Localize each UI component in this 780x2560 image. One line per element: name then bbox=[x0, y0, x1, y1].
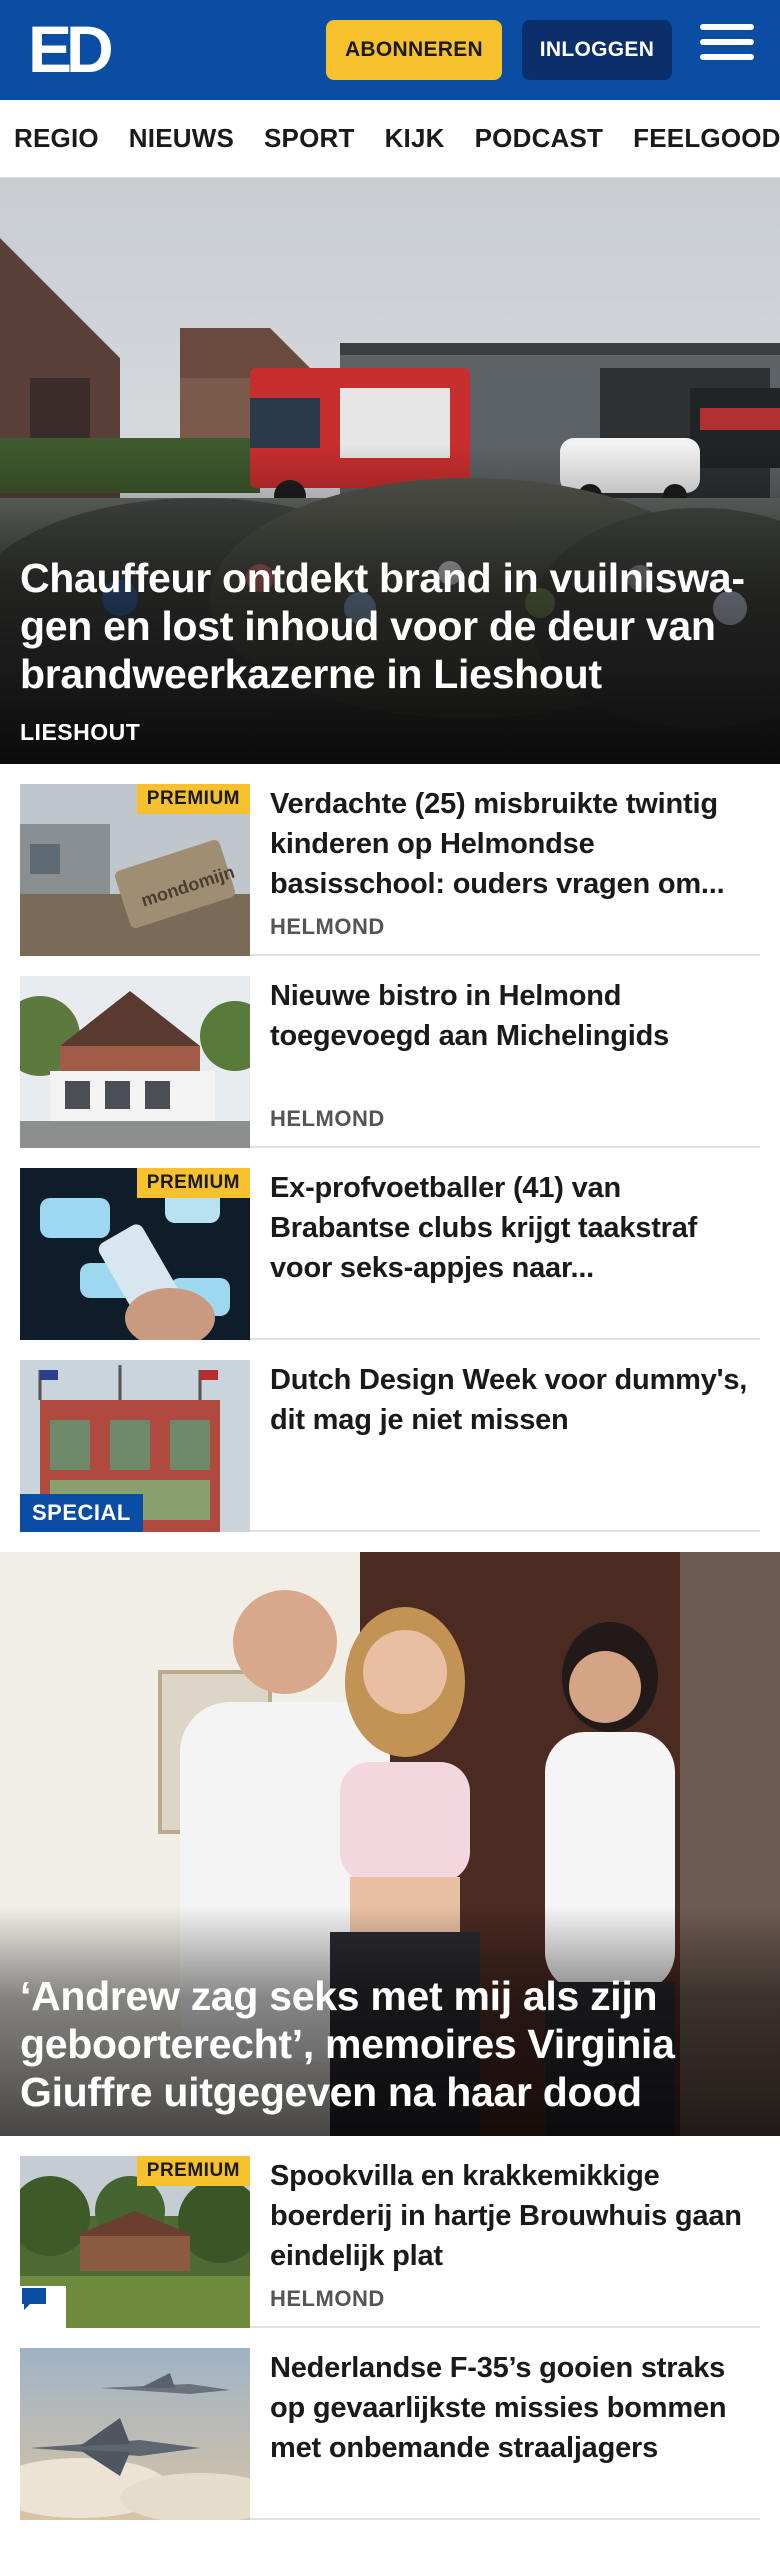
site-header: ED ABONNEREN INLOGGEN bbox=[0, 0, 780, 100]
nav-item-regio[interactable]: REGIO bbox=[14, 123, 99, 154]
feature-article[interactable]: ‘Andrew zag seks met mij als zijn geboor… bbox=[0, 1552, 780, 2136]
article-list: mondomijn PREMIUM Verdachte (25) misbrui… bbox=[0, 764, 780, 1532]
article-thumbnail: SPECIAL bbox=[20, 1360, 250, 1532]
list-item[interactable]: SPECIAL Dutch Design Week voor dummy's, … bbox=[20, 1340, 760, 1532]
svg-text:ED: ED bbox=[28, 18, 111, 80]
nav-item-podcast[interactable]: PODCAST bbox=[475, 123, 604, 154]
article-title[interactable]: Dutch Design Week voor dummy's, dit mag … bbox=[270, 1360, 760, 1440]
nav-item-sport[interactable]: SPORT bbox=[264, 123, 355, 154]
list-item[interactable]: PREMIUM Spookvilla en krakkemikkige boer… bbox=[20, 2136, 760, 2328]
nav-item-feelgood[interactable]: FEELGOOD bbox=[633, 123, 780, 154]
list-item[interactable]: Nieuwe bistro in Helmond toegevoegd aan … bbox=[20, 956, 760, 1148]
article-thumbnail: PREMIUM bbox=[20, 1168, 250, 1340]
article-title[interactable]: Ex-profvoetballer (41) van Brabantse clu… bbox=[270, 1168, 760, 1288]
list-item[interactable]: mondomijn PREMIUM Verdachte (25) misbrui… bbox=[20, 764, 760, 956]
hero-headline[interactable]: Chauffeur ontdekt brand in vuilniswa­gen… bbox=[20, 554, 762, 698]
article-title[interactable]: Verdachte (25) misbruikte twintig kinder… bbox=[270, 784, 760, 904]
subscribe-button[interactable]: ABONNEREN bbox=[326, 20, 502, 80]
article-thumbnail bbox=[20, 2348, 250, 2520]
article-location: HELMOND bbox=[270, 1106, 385, 1131]
article-thumbnail bbox=[20, 976, 250, 1148]
article-location: HELMOND bbox=[270, 2286, 385, 2311]
hero-article[interactable]: Chauffeur ontdekt brand in vuilniswa­gen… bbox=[0, 178, 780, 764]
article-list-2: PREMIUM Spookvilla en krakkemikkige boer… bbox=[0, 2136, 780, 2520]
premium-badge: PREMIUM bbox=[136, 784, 250, 814]
comment-icon[interactable] bbox=[20, 2286, 66, 2328]
special-badge: SPECIAL bbox=[20, 1494, 143, 1532]
article-location: HELMOND bbox=[270, 914, 385, 939]
premium-badge: PREMIUM bbox=[136, 2156, 250, 2186]
feature-headline[interactable]: ‘Andrew zag seks met mij als zijn geboor… bbox=[20, 1972, 762, 2116]
article-thumbnail: mondomijn PREMIUM bbox=[20, 784, 250, 956]
article-thumbnail: PREMIUM bbox=[20, 2156, 250, 2328]
login-button[interactable]: INLOGGEN bbox=[522, 20, 672, 80]
ed-logo[interactable]: ED bbox=[28, 12, 118, 86]
list-item[interactable]: Nederlandse F-35’s gooien straks op geva… bbox=[20, 2328, 760, 2520]
section-nav: REGIO NIEUWS SPORT KIJK PODCAST FEELGOOD bbox=[0, 100, 780, 178]
article-title[interactable]: Nederlandse F-35’s gooien straks op geva… bbox=[270, 2348, 760, 2468]
list-item[interactable]: PREMIUM Ex-profvoetballer (41) van Braba… bbox=[20, 1148, 760, 1340]
article-title[interactable]: Nieuwe bistro in Helmond toegevoegd aan … bbox=[270, 976, 760, 1056]
nav-item-nieuws[interactable]: NIEUWS bbox=[129, 123, 234, 154]
nav-item-kijk[interactable]: KIJK bbox=[385, 123, 445, 154]
hamburger-menu-icon[interactable] bbox=[700, 24, 754, 72]
premium-badge: PREMIUM bbox=[136, 1168, 250, 1198]
hero-location: LIESHOUT bbox=[20, 719, 141, 745]
article-title[interactable]: Spookvilla en krakkemikkige boerderij in… bbox=[270, 2156, 760, 2276]
